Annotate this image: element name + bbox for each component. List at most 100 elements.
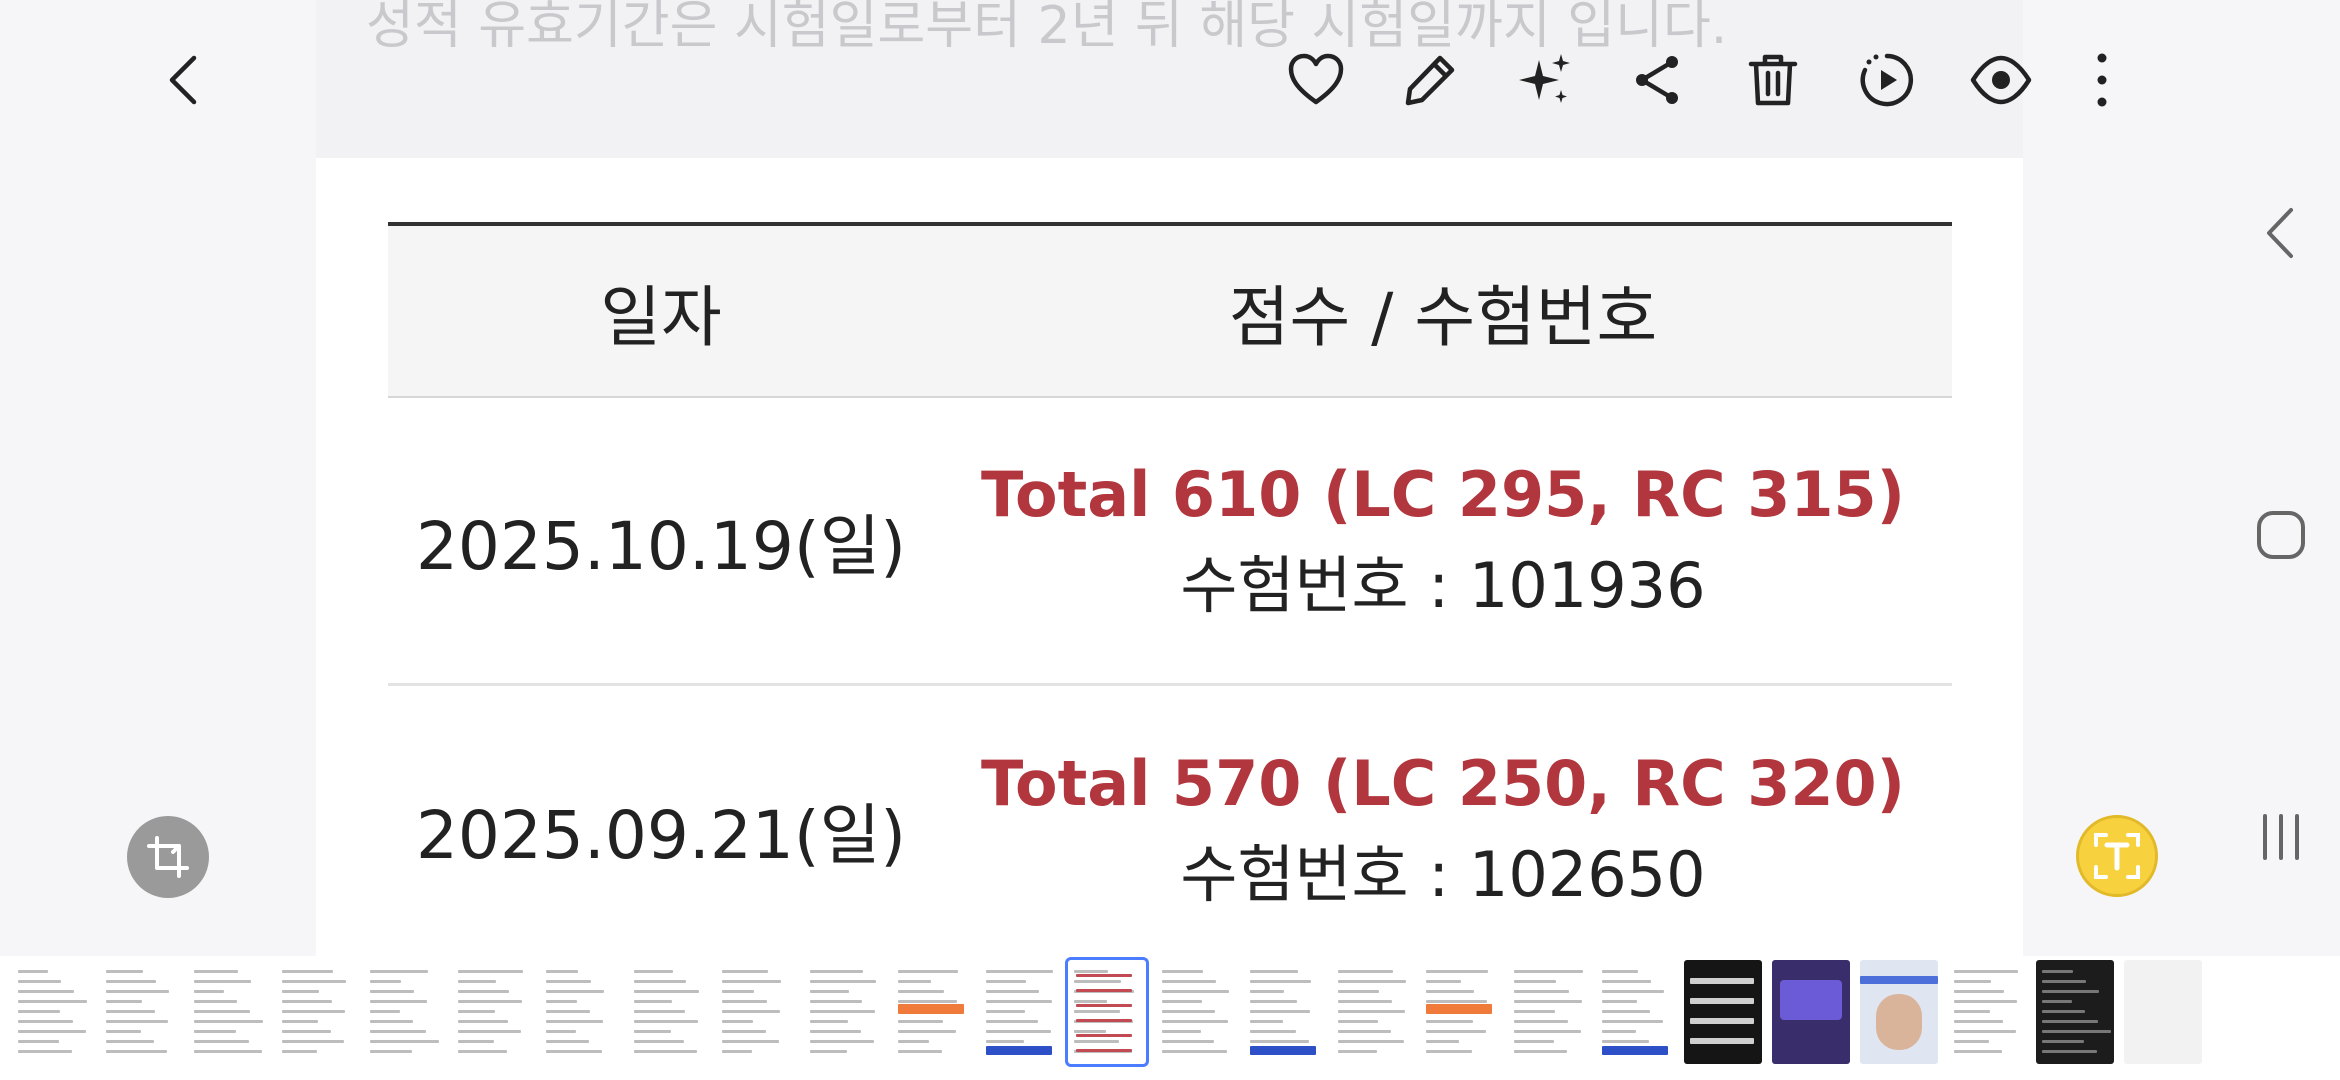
thumbnail-line: [1954, 1050, 2002, 1053]
thumbnail[interactable]: [1244, 960, 1322, 1064]
share-button[interactable]: [1613, 35, 1703, 125]
thumbnail-line: [1338, 1010, 1405, 1013]
thumbnail-line: [810, 1010, 875, 1013]
thumbnail[interactable]: [1772, 960, 1850, 1064]
thumbnail-line: [370, 1040, 439, 1043]
thumbnail-line: [106, 1010, 155, 1013]
thumbnail[interactable]: [628, 960, 706, 1064]
nav-recents-button[interactable]: [2246, 792, 2316, 882]
thumbnail-line: [810, 970, 863, 973]
motion-photo-button[interactable]: [1842, 35, 1932, 125]
photo-content[interactable]: 성적 유효기간은 시험일로부터 2년 뒤 해당 시험일까지 입니다. 일자 점수…: [316, 0, 2023, 1080]
thumbnail[interactable]: [1420, 960, 1498, 1064]
thumbnail-line: [810, 1000, 862, 1003]
thumbnail[interactable]: [188, 960, 266, 1064]
more-options-button[interactable]: [2057, 35, 2147, 125]
delete-button[interactable]: [1728, 35, 1818, 125]
share-icon: [1636, 56, 1678, 104]
thumbnail-accent: [1076, 1019, 1132, 1022]
table-header: 일자 점수 / 수험번호: [388, 222, 1952, 398]
thumbnail-accent: [1076, 1034, 1132, 1037]
ai-edit-button[interactable]: [1500, 35, 1590, 125]
thumbnail-line: [1426, 1030, 1486, 1033]
thumbnail-line: [1954, 1020, 2003, 1023]
thumbnail-line: [458, 1030, 521, 1033]
thumbnail-line: [1250, 990, 1284, 993]
thumbnail-line: [722, 1020, 753, 1023]
thumbnail[interactable]: [364, 960, 442, 1064]
favorite-button[interactable]: [1271, 35, 1361, 125]
thumbnail[interactable]: [716, 960, 794, 1064]
thumbnail-filmstrip[interactable]: [0, 956, 2340, 1080]
thumbnail-line: [810, 980, 876, 983]
thumbnail[interactable]: [1065, 957, 1149, 1067]
thumbnail[interactable]: [804, 960, 882, 1064]
thumbnail[interactable]: [540, 960, 618, 1064]
thumbnail-line: [2042, 1040, 2084, 1043]
nav-back-button[interactable]: [2246, 188, 2316, 278]
thumbnail[interactable]: [892, 960, 970, 1064]
thumbnail[interactable]: [452, 960, 530, 1064]
thumbnail[interactable]: [100, 960, 178, 1064]
crop-button[interactable]: [127, 816, 209, 898]
thumbnail-line: [898, 980, 931, 983]
thumbnail[interactable]: [12, 960, 90, 1064]
thumbnail-line: [810, 1050, 847, 1053]
thumbnail-line: [986, 1010, 1025, 1013]
thumbnail-line: [1250, 1020, 1283, 1023]
thumbnail-line: [2042, 1000, 2072, 1003]
view-button[interactable]: [1956, 35, 2046, 125]
edit-button[interactable]: [1385, 35, 1475, 125]
nav-recents-icon: [2263, 814, 2299, 860]
thumbnail[interactable]: [1332, 960, 1410, 1064]
thumbnail[interactable]: [1596, 960, 1674, 1064]
thumbnail-line: [2042, 1020, 2098, 1023]
thumbnail-line: [1250, 1000, 1297, 1003]
thumbnail-line: [282, 1010, 345, 1013]
thumbnail-line: [634, 1030, 671, 1033]
thumbnail-line: [1074, 970, 1108, 973]
thumbnail-line: [1602, 980, 1651, 983]
thumbnail-line: [1162, 1010, 1215, 1013]
thumbnail[interactable]: [2036, 960, 2114, 1064]
eye-icon: [1970, 55, 2032, 105]
thumbnail[interactable]: [1948, 960, 2026, 1064]
thumbnail-accent: [1076, 974, 1132, 977]
thumbnail[interactable]: [1684, 960, 1762, 1064]
thumbnail-scene: [1780, 980, 1842, 1020]
thumbnail-line: [634, 970, 673, 973]
thumbnail[interactable]: [276, 960, 354, 1064]
thumbnail-line: [1162, 1050, 1227, 1053]
thumbnail[interactable]: [1156, 960, 1234, 1064]
thumbnail[interactable]: [2124, 960, 2202, 1064]
thumbnail-line: [18, 1040, 59, 1043]
thumbnail-line: [1514, 1020, 1568, 1023]
thumbnail[interactable]: [980, 960, 1058, 1064]
row-total-score: Total 570 (LC 250, RC 320): [980, 747, 1906, 820]
text-extract-button[interactable]: [2076, 815, 2158, 897]
thumbnail-line: [1162, 990, 1229, 993]
thumbnail-line: [2042, 1010, 2085, 1013]
thumbnail-line: [986, 990, 1039, 993]
thumbnail-line: [194, 1030, 236, 1033]
thumbnail-line: [282, 970, 333, 973]
back-button[interactable]: [141, 35, 231, 125]
thumbnail-line: [282, 1000, 332, 1003]
thumbnail[interactable]: [1508, 960, 1586, 1064]
thumbnail-line: [1426, 1000, 1487, 1003]
thumbnail-line: [1074, 1040, 1119, 1043]
thumbnail[interactable]: [1860, 960, 1938, 1064]
thumbnail-line: [1074, 1000, 1107, 1003]
more-vertical-icon: [2097, 53, 2107, 107]
gallery-viewer: 성적 유효기간은 시험일로부터 2년 뒤 해당 시험일까지 입니다. 일자 점수…: [0, 0, 2340, 1080]
thumbnail-line: [282, 1030, 331, 1033]
thumbnail-line: [106, 1000, 142, 1003]
thumbnail-line: [2042, 1050, 2097, 1053]
thumbnail-line: [546, 980, 591, 983]
thumbnail-line: [194, 980, 251, 983]
thumbnail-line: [546, 1020, 603, 1023]
thumbnail-line: [370, 1020, 413, 1023]
thumbnail-line: [1514, 1000, 1582, 1003]
nav-home-button[interactable]: [2246, 490, 2316, 580]
thumbnail-line: [1954, 1000, 2017, 1003]
